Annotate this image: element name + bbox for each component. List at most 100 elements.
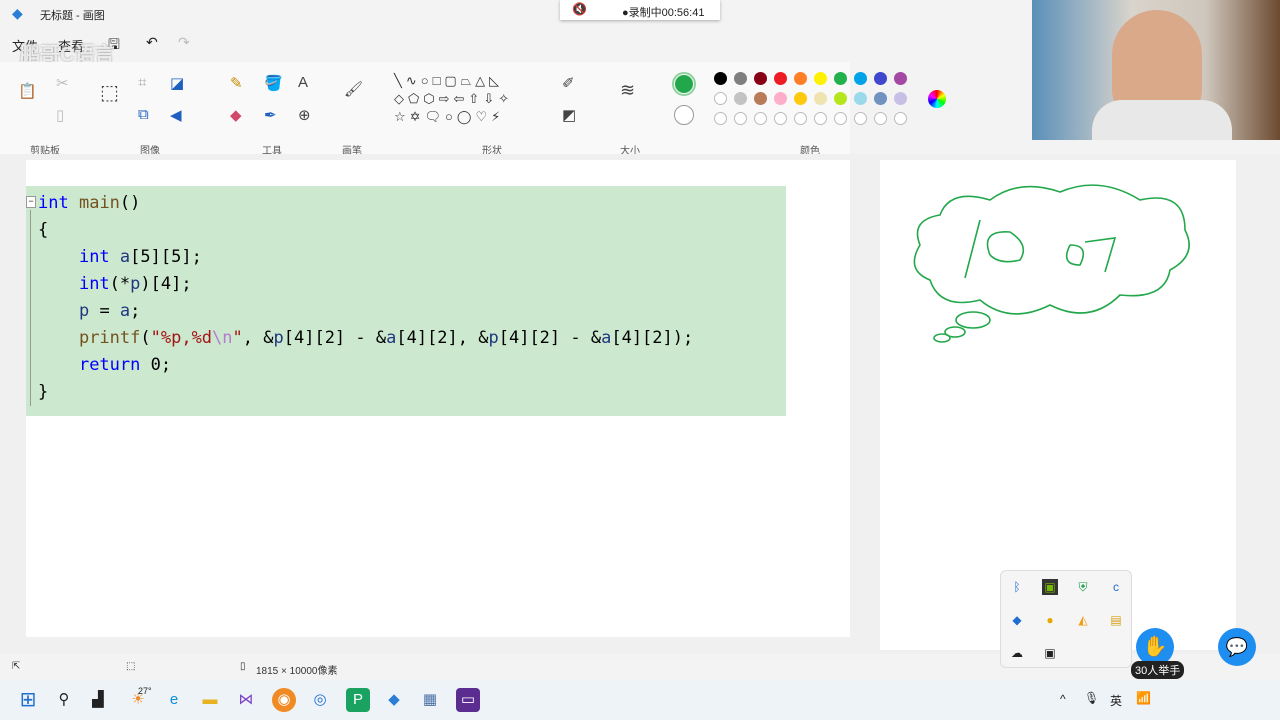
file-explorer-icon[interactable]: ▬ [198, 688, 222, 712]
eraser-icon[interactable]: ◆ [230, 106, 242, 124]
color-swatch[interactable] [794, 92, 807, 105]
color-swatch[interactable] [734, 72, 747, 85]
brush-icon[interactable]: 🖌 [344, 80, 363, 98]
color-swatch[interactable] [834, 72, 847, 85]
redo-icon[interactable]: ↷ [178, 34, 190, 51]
microphone-icon[interactable]: 🎙 [1084, 691, 1099, 705]
outline-icon[interactable]: ✐ [562, 74, 575, 92]
text-icon[interactable]: A [298, 74, 308, 91]
nvidia-icon[interactable]: ▣ [1042, 579, 1058, 595]
code-token: )[4]; [140, 274, 192, 294]
color-swatch[interactable] [754, 72, 767, 85]
color-swatch[interactable] [814, 72, 827, 85]
magnifier-icon[interactable]: ⊕ [298, 106, 311, 124]
visual-studio-icon[interactable]: ⋈ [234, 688, 258, 712]
color-swatch[interactable] [874, 112, 887, 125]
app2-icon[interactable]: ◆ [1009, 612, 1025, 628]
start-icon[interactable]: ⊞ [16, 688, 40, 712]
color-swatch[interactable] [774, 92, 787, 105]
color-swatch[interactable] [774, 72, 787, 85]
color-swatch[interactable] [894, 92, 907, 105]
chat-button[interactable]: 💬 [1218, 628, 1256, 666]
code-line: int a[5][5]; [38, 247, 202, 267]
app5-icon[interactable]: ▣ [1042, 645, 1058, 661]
color-swatch[interactable] [834, 112, 847, 125]
cut-icon[interactable]: ✂ [56, 74, 69, 92]
code-line: return 0; [38, 355, 171, 375]
paste-icon[interactable]: 📋 [18, 82, 37, 100]
color-swatch[interactable] [814, 92, 827, 105]
color-swatch[interactable] [834, 92, 847, 105]
raise-hand-count: 30人举手 [1131, 661, 1185, 679]
edit-colors-icon[interactable] [928, 90, 946, 108]
size-icon[interactable]: ≋ [620, 80, 635, 101]
wifi-icon[interactable]: 📶 [1136, 691, 1151, 705]
app-icon[interactable]: c [1108, 579, 1124, 595]
app4-icon[interactable]: ◭ [1075, 612, 1091, 628]
color-swatch[interactable] [814, 112, 827, 125]
code-token: main [78, 193, 120, 213]
code-token: a [119, 247, 131, 267]
color-swatch[interactable] [734, 92, 747, 105]
recording-widget: 🔇 ●录制中00:56:41 [560, 0, 720, 20]
color-swatch[interactable] [714, 112, 727, 125]
code-line: int main() [38, 193, 140, 213]
security-icon[interactable]: ⛨ [1075, 579, 1091, 595]
color-picker-icon[interactable]: ✒ [264, 106, 277, 124]
color-swatch[interactable] [854, 72, 867, 85]
app3-icon[interactable]: ● [1042, 612, 1058, 628]
code-token: [4][2], & [396, 328, 489, 348]
color-swatch[interactable] [894, 112, 907, 125]
pdf-icon[interactable]: P [346, 688, 370, 712]
paint-icon[interactable]: ◆ [382, 688, 406, 712]
code-token: { [38, 220, 49, 240]
code-token: p [488, 328, 499, 348]
copy-icon[interactable]: ▯ [56, 106, 64, 124]
undo-icon[interactable]: ↶ [146, 34, 158, 51]
folder-icon[interactable]: ▤ [1108, 612, 1124, 628]
code-line: { [38, 220, 48, 240]
search-icon[interactable]: ⚲ [52, 688, 76, 712]
fill-icon[interactable]: 🪣 [264, 74, 283, 92]
code-token: ; [130, 301, 141, 321]
color-swatch[interactable] [794, 72, 807, 85]
select-icon[interactable]: ⬚ [100, 80, 119, 105]
onedrive-icon[interactable]: ☁ [1009, 645, 1025, 661]
ime-indicator[interactable]: 英 [1110, 692, 1122, 709]
color-swatch[interactable] [734, 112, 747, 125]
color-swatch[interactable] [874, 72, 887, 85]
fill-style-icon[interactable]: ◩ [562, 106, 576, 124]
color-swatch[interactable] [754, 112, 767, 125]
edge-icon[interactable]: e [162, 688, 186, 712]
audio-app-icon[interactable]: ◉ [272, 688, 296, 712]
color-swatch[interactable] [714, 92, 727, 105]
color-swatch[interactable] [894, 72, 907, 85]
color-palette[interactable] [714, 72, 914, 132]
resize-icon[interactable]: ⧉ [138, 106, 149, 123]
color-swatch[interactable] [854, 112, 867, 125]
secondary-color[interactable] [674, 105, 694, 125]
task-view-icon[interactable]: ▟ [86, 688, 110, 712]
color-swatch[interactable] [714, 72, 727, 85]
color-swatch[interactable] [874, 92, 887, 105]
calculator-icon[interactable]: ▦ [418, 688, 442, 712]
paint-app-icon: ◆ [12, 5, 23, 21]
pencil-icon[interactable]: ✎ [230, 74, 243, 92]
rotate-icon[interactable]: ◪ [170, 74, 184, 92]
color-swatch[interactable] [754, 92, 767, 105]
primary-color[interactable] [672, 72, 696, 96]
bluetooth-icon[interactable]: ᛒ [1009, 579, 1025, 595]
crop-icon[interactable]: ⌗ [138, 74, 146, 91]
color-swatch[interactable] [854, 92, 867, 105]
color-swatch[interactable] [774, 112, 787, 125]
app-circle-icon[interactable]: ◎ [308, 688, 332, 712]
color-swatch[interactable] [794, 112, 807, 125]
show-hidden-icons[interactable]: ^ [1060, 692, 1066, 706]
mute-icon[interactable]: 🔇 [572, 2, 587, 16]
code-line: p = a; [38, 301, 140, 321]
terminal-icon[interactable]: ▭ [456, 688, 480, 712]
shapes-gallery[interactable]: ╲∿○□▢⏢△◺ ◇⬠⬡⇨⇦⇧⇩✧ ☆✡🗨○◯♡⚡ [394, 72, 544, 126]
code-token: ( [140, 328, 151, 348]
flip-icon[interactable]: ◀ [170, 106, 182, 124]
